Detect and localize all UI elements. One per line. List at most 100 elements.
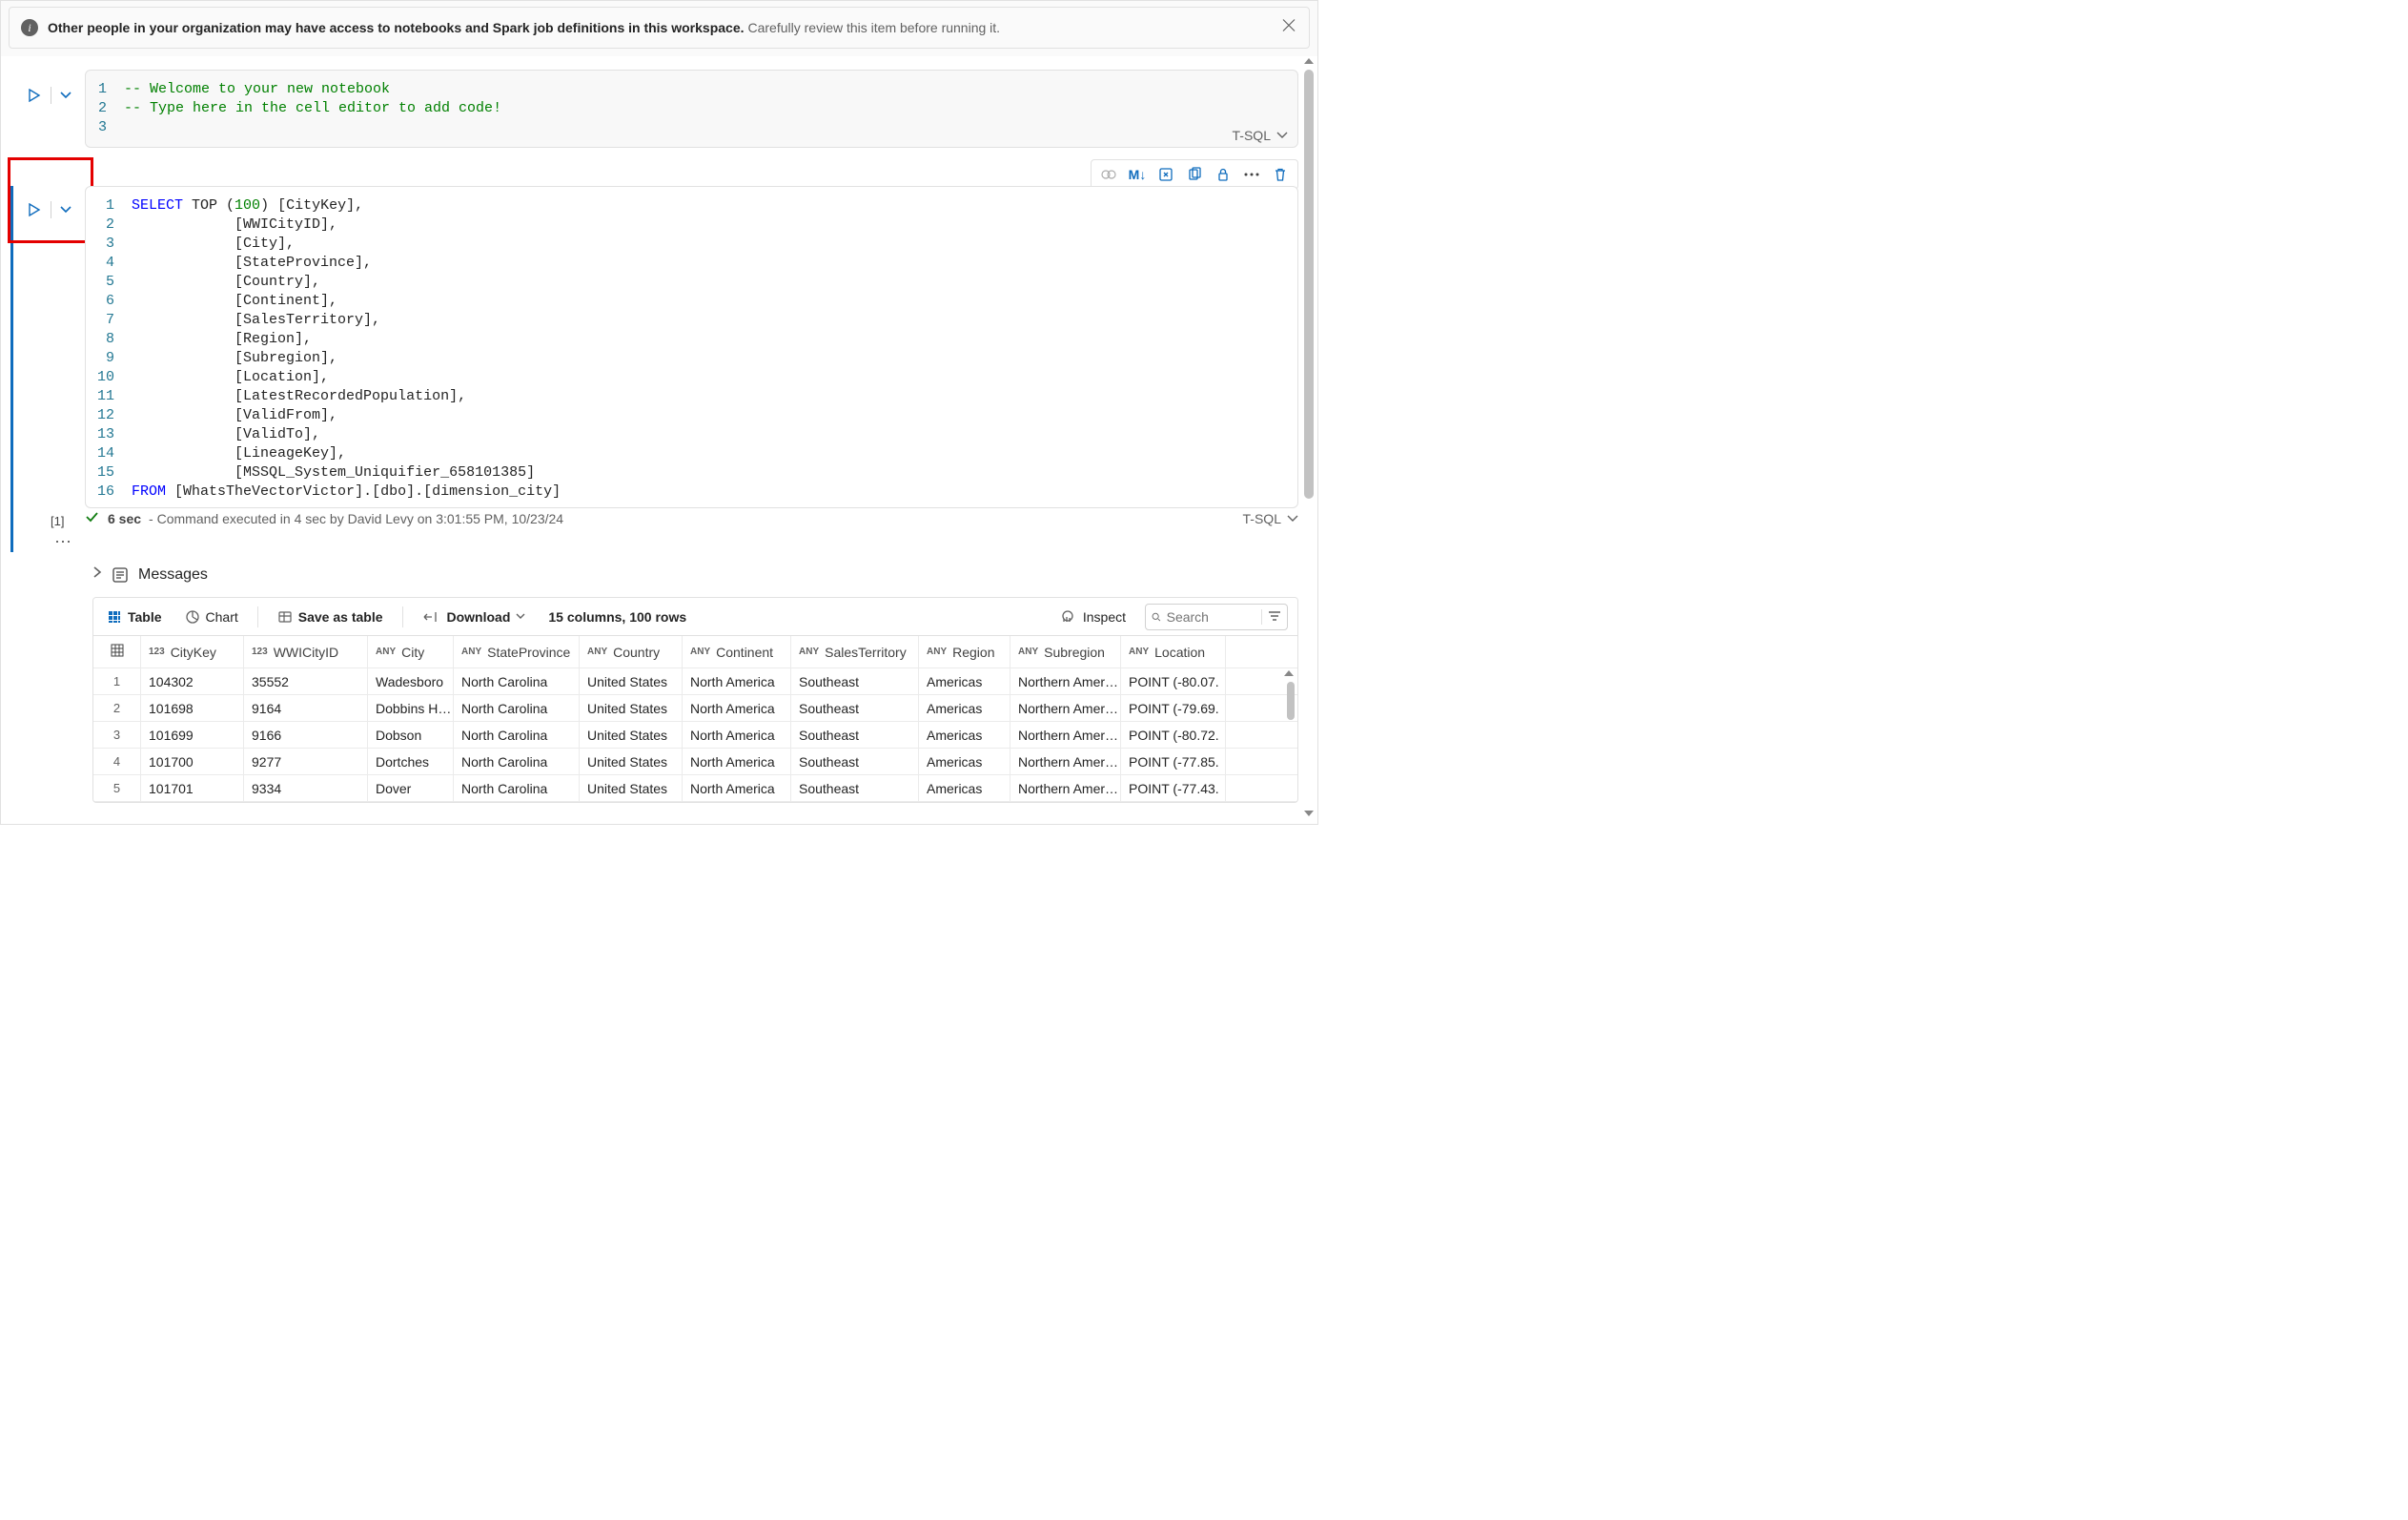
table-cell: Northern Amer… xyxy=(1010,749,1121,774)
table-cell: Northern Amer… xyxy=(1010,668,1121,694)
code-editor[interactable]: 12345678910111213141516 SELECT TOP (100)… xyxy=(85,186,1298,508)
exec-duration: 6 sec xyxy=(108,511,141,526)
messages-chevron[interactable] xyxy=(92,565,102,584)
run-options-chevron[interactable] xyxy=(59,91,72,100)
table-row[interactable]: 51017019334DoverNorth CarolinaUnited Sta… xyxy=(93,775,1297,802)
scroll-down-icon[interactable] xyxy=(1304,811,1314,816)
code-body[interactable]: SELECT TOP (100) [CityKey], [WWICityID],… xyxy=(132,196,1286,502)
table-cell: Southeast xyxy=(791,695,919,721)
messages-icon xyxy=(112,566,129,584)
info-icon: i xyxy=(21,19,38,36)
table-row[interactable]: 21016989164Dobbins H…North CarolinaUnite… xyxy=(93,695,1297,722)
save-as-table-button[interactable]: Save as table xyxy=(274,604,387,630)
copilot-icon xyxy=(1100,166,1117,183)
table-cell: North America xyxy=(683,668,791,694)
table-icon xyxy=(107,609,122,625)
search-input[interactable] xyxy=(1167,609,1255,625)
chevron-right-icon xyxy=(92,565,102,579)
table-cell: Dortches xyxy=(368,749,454,774)
copilot-button[interactable] xyxy=(1095,162,1122,187)
clear-output-button[interactable] xyxy=(1153,162,1179,187)
exec-status-text: - Command executed in 4 sec by David Lev… xyxy=(149,511,563,526)
toolbar-separator xyxy=(402,606,403,627)
messages-header[interactable]: Messages xyxy=(92,565,1298,584)
filter-button[interactable] xyxy=(1261,609,1281,625)
results-panel: Table Chart Save as table xyxy=(92,597,1298,803)
table-cell: 9166 xyxy=(244,722,368,748)
lock-button[interactable] xyxy=(1210,162,1236,187)
column-header[interactable]: ANYStateProvince xyxy=(454,636,580,668)
table-cell: Northern Amer… xyxy=(1010,775,1121,801)
table-cell: North Carolina xyxy=(454,722,580,748)
table-cell: North America xyxy=(683,775,791,801)
code-body[interactable]: -- Welcome to your new notebook -- Type … xyxy=(124,80,1286,137)
column-header[interactable]: 123WWICityID xyxy=(244,636,368,668)
table-cell: POINT (-77.85. xyxy=(1121,749,1226,774)
cell-more-menu[interactable]: ⋯ xyxy=(54,532,1298,552)
table-cell: North Carolina xyxy=(454,668,580,694)
search-box[interactable] xyxy=(1145,604,1288,630)
column-header[interactable]: ANYSalesTerritory xyxy=(791,636,919,668)
copy-button[interactable] xyxy=(1181,162,1208,187)
table-cell: POINT (-77.43. xyxy=(1121,775,1226,801)
cell-indicator xyxy=(10,186,13,552)
table-cell: United States xyxy=(580,749,683,774)
table-scroll-up-icon[interactable] xyxy=(1284,670,1294,676)
annotation-box xyxy=(8,157,93,243)
delete-cell-button[interactable] xyxy=(1267,162,1294,187)
close-icon xyxy=(1282,19,1296,32)
table-row[interactable]: 41017009277DortchesNorth CarolinaUnited … xyxy=(93,749,1297,775)
results-toolbar: Table Chart Save as table xyxy=(93,598,1297,636)
table-cell: North America xyxy=(683,722,791,748)
table-cell: 9334 xyxy=(244,775,368,801)
column-header[interactable]: ANYContinent xyxy=(683,636,791,668)
scrollbar-thumb[interactable] xyxy=(1304,70,1314,499)
table-cell: 101700 xyxy=(141,749,244,774)
chevron-down-icon xyxy=(1276,132,1288,139)
table-cell: Wadesboro xyxy=(368,668,454,694)
more-actions-button[interactable] xyxy=(1238,162,1265,187)
table-cell: Northern Amer… xyxy=(1010,695,1121,721)
table-cell: Southeast xyxy=(791,722,919,748)
language-selector[interactable]: T-SQL xyxy=(1243,511,1298,526)
language-selector[interactable]: T-SQL xyxy=(1233,128,1288,143)
search-icon xyxy=(1152,610,1161,624)
inspect-button[interactable]: Inspect xyxy=(1056,603,1130,631)
column-header[interactable]: ANYCity xyxy=(368,636,454,668)
table-cell: Southeast xyxy=(791,749,919,774)
banner-close-button[interactable] xyxy=(1278,15,1299,41)
view-table-button[interactable]: Table xyxy=(103,604,166,630)
info-banner: i Other people in your organization may … xyxy=(9,7,1310,49)
chevron-down-icon xyxy=(516,613,525,620)
table-row[interactable]: 31016999166DobsonNorth CarolinaUnited St… xyxy=(93,722,1297,749)
table-cell: Americas xyxy=(919,749,1010,774)
column-header[interactable]: 123CityKey xyxy=(141,636,244,668)
column-header[interactable]: ANYCountry xyxy=(580,636,683,668)
table-cell: Northern Amer… xyxy=(1010,722,1121,748)
table-scrollbar-thumb[interactable] xyxy=(1287,682,1295,720)
markdown-button[interactable]: M↓ xyxy=(1124,162,1151,187)
table-body: 110430235552WadesboroNorth CarolinaUnite… xyxy=(93,668,1297,802)
table-cell: Dover xyxy=(368,775,454,801)
table-cell: Southeast xyxy=(791,668,919,694)
trash-icon xyxy=(1273,167,1288,182)
column-header[interactable]: ANYSubregion xyxy=(1010,636,1121,668)
language-label: T-SQL xyxy=(1243,511,1281,526)
save-table-icon xyxy=(277,609,293,625)
table-cell: United States xyxy=(580,775,683,801)
copy-icon xyxy=(1187,167,1202,182)
table-row[interactable]: 110430235552WadesboroNorth CarolinaUnite… xyxy=(93,668,1297,695)
scroll-up-icon[interactable] xyxy=(1304,58,1314,64)
page-scrollbar[interactable] xyxy=(1304,58,1314,816)
view-chart-button[interactable]: Chart xyxy=(181,604,242,630)
code-editor[interactable]: 123 -- Welcome to your new notebook -- T… xyxy=(85,70,1298,148)
run-cell-button[interactable] xyxy=(26,87,43,104)
results-table: 123CityKey123WWICityIDANYCityANYStatePro… xyxy=(93,636,1297,802)
column-header[interactable]: ANYLocation xyxy=(1121,636,1226,668)
table-cell: Dobbins H… xyxy=(368,695,454,721)
download-button[interactable]: Download xyxy=(418,604,530,630)
run-options-chevron[interactable] xyxy=(59,205,72,215)
row-number-header[interactable] xyxy=(93,636,141,668)
column-header[interactable]: ANYRegion xyxy=(919,636,1010,668)
run-cell-button[interactable] xyxy=(26,201,43,218)
